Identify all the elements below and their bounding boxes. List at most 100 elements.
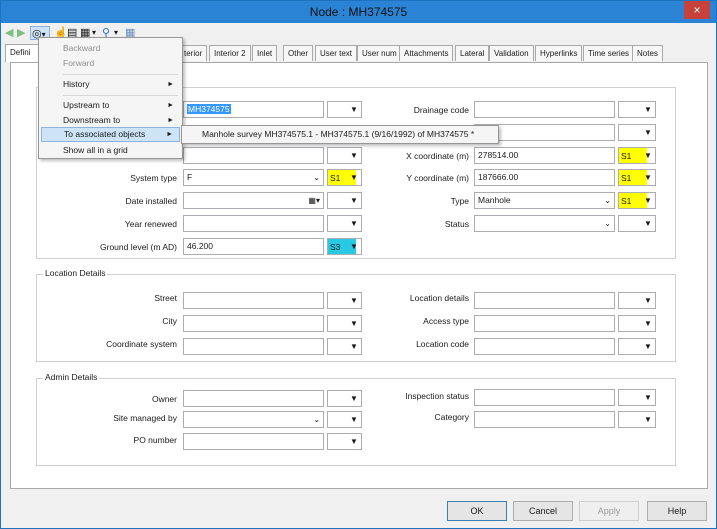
category-field[interactable] (474, 411, 615, 428)
node-id-field[interactable]: MH374575 (183, 101, 324, 118)
status-select[interactable]: ⌄ (474, 215, 615, 232)
po-number-flag[interactable]: ▼ (327, 433, 362, 450)
x-coordinate-field[interactable]: 278514.00 (474, 147, 615, 164)
cancel-button[interactable]: Cancel (513, 501, 573, 521)
date-installed-field[interactable]: ▦▾ (183, 192, 324, 209)
ground-level-label: Ground level (m AD) (100, 242, 177, 252)
location-details-flag[interactable]: ▼ (618, 292, 656, 309)
city-flag[interactable]: ▼ (327, 315, 362, 332)
chevron-down-icon: ▼ (350, 415, 358, 424)
site-managed-by-select[interactable]: ⌄ (183, 411, 324, 428)
chevron-down-icon: ⌄ (313, 415, 320, 424)
navigate-dropdown-menu: Backward Forward History ► Upstream to ► D… (38, 37, 183, 159)
close-button[interactable]: × (684, 1, 710, 19)
help-button[interactable]: Help (647, 501, 707, 521)
menu-item-backward[interactable]: Backward (41, 41, 180, 56)
type-flag[interactable]: S1 ▼ (618, 192, 656, 209)
drainage-code-flag[interactable]: ▼ (618, 101, 656, 118)
location-code-flag[interactable]: ▼ (618, 338, 656, 355)
year-renewed-flag[interactable]: ▼ (327, 215, 362, 232)
calendar-icon[interactable]: ▦▾ (308, 193, 320, 208)
category-flag[interactable]: ▼ (618, 411, 656, 428)
tab-definition[interactable]: Defini (5, 44, 39, 62)
access-type-flag[interactable]: ▼ (618, 315, 656, 332)
inspection-status-field[interactable] (474, 389, 615, 406)
hidden-field[interactable] (183, 147, 324, 164)
node-id-flag[interactable]: ▼ (327, 101, 362, 118)
back-arrow-icon[interactable]: ◀ (5, 26, 13, 40)
chevron-down-icon: ▼ (350, 219, 358, 228)
chevron-down-icon: ▼ (350, 437, 358, 446)
tab-interior-2[interactable]: Interior 2 (209, 45, 251, 61)
chevron-down-icon: ▼ (644, 196, 652, 205)
hidden-field-2-flag[interactable]: ▼ (618, 124, 656, 141)
menu-item-downstream[interactable]: Downstream to ► (41, 113, 180, 128)
drainage-code-field[interactable] (474, 101, 615, 118)
y-coordinate-field[interactable]: 187666.00 (474, 169, 615, 186)
type-value: Manhole (478, 195, 511, 205)
apply-button[interactable]: Apply (579, 501, 639, 521)
location-details-field[interactable] (474, 292, 615, 309)
owner-flag[interactable]: ▼ (327, 390, 362, 407)
location-details-label: Location details (409, 293, 469, 303)
year-renewed-field[interactable] (183, 215, 324, 232)
tab-attachments[interactable]: Attachments (399, 45, 454, 61)
tab-other[interactable]: Other (283, 45, 314, 61)
po-number-label: PO number (133, 435, 177, 445)
site-managed-by-flag[interactable]: ▼ (327, 411, 362, 428)
y-coordinate-label: Y coordinate (m) (406, 173, 469, 183)
chevron-down-icon: ⌄ (604, 196, 611, 205)
date-installed-flag[interactable]: ▼ (327, 192, 362, 209)
ground-level-field[interactable]: 46.200 (183, 238, 324, 255)
city-field[interactable] (183, 315, 324, 332)
system-type-flag[interactable]: S1 ▼ (327, 169, 362, 186)
chevron-down-icon: ⌄ (313, 173, 320, 182)
menu-separator (63, 74, 178, 75)
x-coordinate-flag[interactable]: S1 ▼ (618, 147, 656, 164)
owner-field[interactable] (183, 390, 324, 407)
tab-time-series[interactable]: Time series (583, 45, 635, 61)
po-number-field[interactable] (183, 433, 324, 450)
menu-item-forward[interactable]: Forward (41, 56, 180, 71)
ground-level-flag[interactable]: S3 ▼ (327, 238, 362, 255)
location-code-field[interactable] (474, 338, 615, 355)
y-coordinate-flag-value: S1 (621, 173, 632, 183)
status-flag[interactable]: ▼ (618, 215, 656, 232)
chevron-down-icon: ▼ (350, 151, 358, 160)
system-type-select[interactable]: F ⌄ (183, 169, 324, 186)
coordinate-system-label: Coordinate system (106, 339, 177, 349)
tab-interior[interactable]: terior (179, 45, 208, 61)
menu-item-upstream[interactable]: Upstream to ► (41, 98, 180, 113)
tab-user-text[interactable]: User text (315, 45, 358, 61)
location-details-title: Location Details (43, 268, 108, 278)
menu-item-show-all-grid[interactable]: Show all in a grid (41, 143, 180, 158)
access-type-field[interactable] (474, 315, 615, 332)
menu-item-associated-objects[interactable]: To associated objects ► (41, 127, 180, 142)
submenu-arrow-icon: ► (167, 81, 174, 88)
type-select[interactable]: Manhole ⌄ (474, 192, 615, 209)
inspection-status-flag[interactable]: ▼ (618, 389, 656, 406)
chevron-down-icon: ▼ (350, 173, 358, 182)
system-type-flag-value: S1 (330, 173, 341, 183)
tab-lateral[interactable]: Lateral (455, 45, 490, 61)
chevron-down-icon: ▼ (350, 394, 358, 403)
tab-user-num[interactable]: User num (357, 45, 402, 61)
x-coordinate-flag-value: S1 (621, 151, 632, 161)
city-label: City (162, 316, 177, 326)
coordinate-system-flag[interactable]: ▼ (327, 338, 362, 355)
x-coordinate-value: 278514.00 (478, 150, 519, 160)
submenu-item-manhole-survey[interactable]: Manhole survey MH374575.1 - MH374575.1 (… (202, 129, 474, 139)
status-label: Status (444, 219, 469, 229)
tab-inlet[interactable]: Inlet (252, 45, 278, 61)
street-field[interactable] (183, 292, 324, 309)
y-coordinate-flag[interactable]: S1 ▼ (618, 169, 656, 186)
hidden-field-flag[interactable]: ▼ (327, 147, 362, 164)
coordinate-system-field[interactable] (183, 338, 324, 355)
forward-arrow-icon[interactable]: ▶ (17, 26, 25, 40)
ok-button[interactable]: OK (447, 501, 507, 521)
tab-hyperlinks[interactable]: Hyperlinks (535, 45, 583, 61)
street-flag[interactable]: ▼ (327, 292, 362, 309)
menu-item-history[interactable]: History ► (41, 77, 180, 92)
tab-validation[interactable]: Validation (489, 45, 534, 61)
tab-notes[interactable]: Notes (632, 45, 663, 61)
